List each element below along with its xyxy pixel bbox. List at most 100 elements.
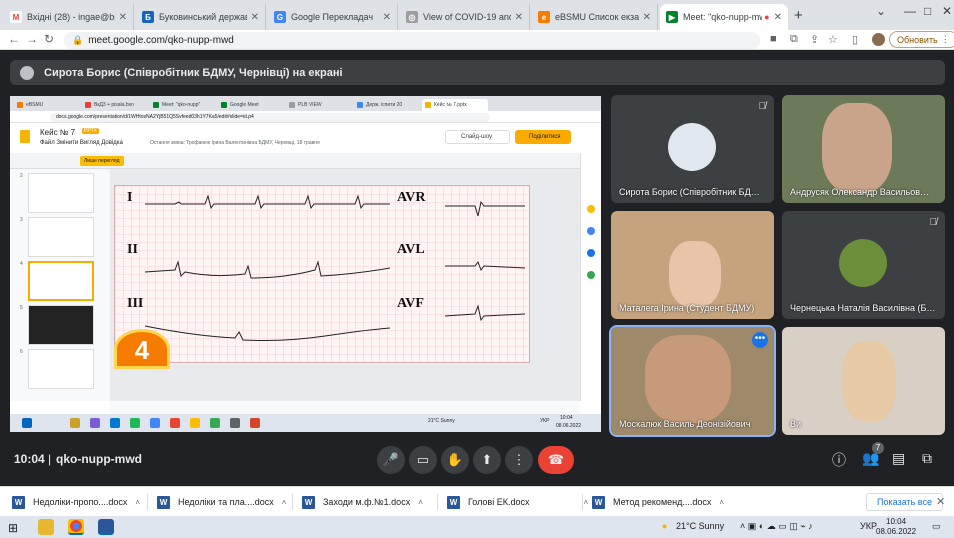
tab-ebsmu[interactable]: e eBSMU Список екзаменат ✕: [532, 4, 658, 30]
present-button[interactable]: ⬆: [473, 446, 501, 474]
chevron-up-icon[interactable]: ˄: [418, 498, 423, 507]
forward-icon[interactable]: →: [26, 32, 38, 46]
file-explorer-icon[interactable]: [38, 519, 54, 535]
translate-page-icon[interactable]: ⧉: [790, 33, 798, 46]
participant-tile[interactable]: Андрусяк Олександр Васильов…: [782, 95, 945, 203]
case-number-badge: 4: [114, 329, 170, 369]
windows-start-icon[interactable]: ⊞: [8, 521, 18, 535]
participant-tile[interactable]: Маталега Ірина (Студент БДМУ): [611, 211, 774, 319]
lock-icon: 🔒: [72, 35, 84, 45]
more-options-button[interactable]: •••: [752, 332, 768, 348]
chat-icon[interactable]: ▤: [892, 450, 905, 467]
present-icon: ⬆: [481, 452, 493, 467]
participant-name: Москалюк Василь Деонізійович: [619, 419, 751, 429]
word-icon[interactable]: [98, 519, 114, 535]
back-icon[interactable]: ←: [8, 32, 20, 46]
keep-icon: [587, 205, 595, 213]
chevron-up-icon[interactable]: ˄: [719, 498, 724, 507]
ecg-lead-label: AVL: [397, 242, 425, 257]
participant-tile[interactable]: 🎙̸ Чернецька Наталія Василівна (Б…: [782, 211, 945, 319]
star-icon[interactable]: ☆: [828, 33, 838, 46]
reload-icon[interactable]: ↻: [44, 32, 54, 46]
shared-tab: eBSMU: [14, 99, 80, 111]
close-icon[interactable]: ✕: [383, 12, 391, 23]
slide-number: 3: [20, 217, 23, 223]
slides-icon: [425, 102, 431, 108]
slide-thumbnail: [28, 217, 94, 257]
chevron-up-icon[interactable]: ˄: [135, 498, 140, 507]
minimize-button[interactable]: —: [904, 4, 916, 18]
download-item[interactable]: W Недоліки-пропо....docx ˄: [12, 494, 140, 510]
camera-button[interactable]: ▭: [409, 446, 437, 474]
slide-canvas: I II III AVR AVL AVF 4: [110, 169, 580, 401]
app-icon: [210, 418, 220, 428]
tray-icons[interactable]: ˄ ▣ ◐ ☁ ▭ ◫ ⌁ ♪: [740, 521, 813, 532]
chevron-up-icon[interactable]: ˄: [282, 498, 287, 507]
maximize-button[interactable]: □: [924, 4, 931, 18]
show-all-downloads-button[interactable]: Показать все: [866, 493, 943, 511]
close-icon[interactable]: ✕: [774, 12, 782, 23]
info-icon[interactable]: ⓘ: [832, 450, 846, 470]
powerpoint-icon: [250, 418, 260, 428]
explorer-icon: [70, 418, 80, 428]
chevron-down-icon[interactable]: ⌄: [876, 4, 886, 18]
more-options-button[interactable]: ⋮: [505, 446, 533, 474]
tab-meet[interactable]: ▶ Meet: "qko-nupp-mwd" ● ✕: [660, 4, 788, 30]
hang-up-icon: ☎: [547, 452, 565, 467]
download-item[interactable]: W Недоліки та пла....docx ˄: [157, 494, 286, 510]
shared-tab: PLB VIEW: [286, 99, 352, 111]
update-button[interactable]: Обновить ⋮: [889, 31, 954, 48]
weather-text[interactable]: 21°C Sunny: [676, 521, 724, 531]
settings-icon: [230, 418, 240, 428]
activities-icon[interactable]: ⧉: [922, 450, 932, 467]
meet-icon: [221, 102, 227, 108]
close-icon[interactable]: ✕: [643, 12, 651, 23]
tab-journal[interactable]: ◎ View of COVID-19 and tub ✕: [400, 4, 530, 30]
download-item[interactable]: W Заходи м.ф.№1.docx ˄: [302, 494, 423, 510]
participant-tile-self[interactable]: Ви: [782, 327, 945, 435]
video-feed: [842, 341, 896, 421]
download-item[interactable]: W Метод рекоменд....docx ˄: [592, 494, 724, 510]
participant-tile-active-speaker[interactable]: ••• Москалюк Василь Деонізійович: [609, 325, 776, 437]
chevron-up-icon[interactable]: ˄: [583, 498, 588, 507]
windows-taskbar: ⊞ ● 21°C Sunny ˄ ▣ ◐ ☁ ▭ ◫ ⌁ ♪ УКР 10:04…: [0, 516, 954, 538]
close-icon[interactable]: ✕: [515, 12, 523, 23]
leave-call-button[interactable]: ☎: [538, 446, 574, 474]
ecg-lead-label: III: [127, 296, 144, 311]
slides-header: Кейс № 7 PPTX Файл Змінити Вигляд Довідк…: [10, 123, 601, 153]
share-icon[interactable]: ⇪: [810, 33, 819, 46]
slides-toolbar: Лише перегляд: [10, 153, 601, 169]
participant-tile[interactable]: 🎙̸ Сирота Борис (Співробітник БД…: [611, 95, 774, 203]
avatar: [668, 123, 716, 171]
close-icon[interactable]: ✕: [936, 495, 945, 508]
sidebar-icon[interactable]: ▯: [852, 33, 858, 46]
download-item[interactable]: W Голові ЕК.docx ˄: [447, 494, 588, 510]
camera-icon: ▭: [416, 452, 430, 467]
participant-name: Ви: [790, 419, 802, 429]
gmail-icon: M: [10, 11, 22, 23]
close-window-button[interactable]: ✕: [942, 4, 952, 18]
system-clock[interactable]: 10:04 08.06.2022: [876, 517, 916, 537]
slide-number: 2: [20, 173, 23, 179]
close-icon[interactable]: ✕: [119, 12, 127, 23]
microphone-button[interactable]: 🎤: [377, 446, 405, 474]
docs-icon: [357, 102, 363, 108]
close-icon[interactable]: ✕: [251, 12, 259, 23]
camera-icon[interactable]: ■: [770, 33, 777, 45]
ecg-tracing: [115, 186, 529, 362]
avatar[interactable]: [872, 33, 885, 46]
tab-bsmu[interactable]: Б Буковинський державний ✕: [136, 4, 266, 30]
new-tab-button[interactable]: +: [794, 7, 803, 24]
shared-tab-label: Кейс № 7.pptx: [434, 102, 467, 108]
mic-off-icon: 🎙̸: [758, 101, 767, 112]
tab-gmail[interactable]: M Вхідні (28) - ingae@bsmu.e ✕: [4, 4, 134, 30]
tab-translate[interactable]: G Google Перекладач ✕: [268, 4, 398, 30]
notification-icon[interactable]: ▭: [932, 521, 941, 532]
chrome-icon[interactable]: [68, 519, 84, 535]
presenter-label: Сирота Борис (Співробітник БДМУ, Чернівц…: [44, 66, 343, 79]
url-input[interactable]: 🔒 meet.google.com/qko-nupp-mwd: [64, 32, 760, 49]
raise-hand-button[interactable]: ✋: [441, 446, 469, 474]
slide-thumbnail-selected: [28, 261, 94, 301]
language-indicator[interactable]: УКР: [860, 521, 877, 531]
word-icon: W: [157, 495, 170, 509]
